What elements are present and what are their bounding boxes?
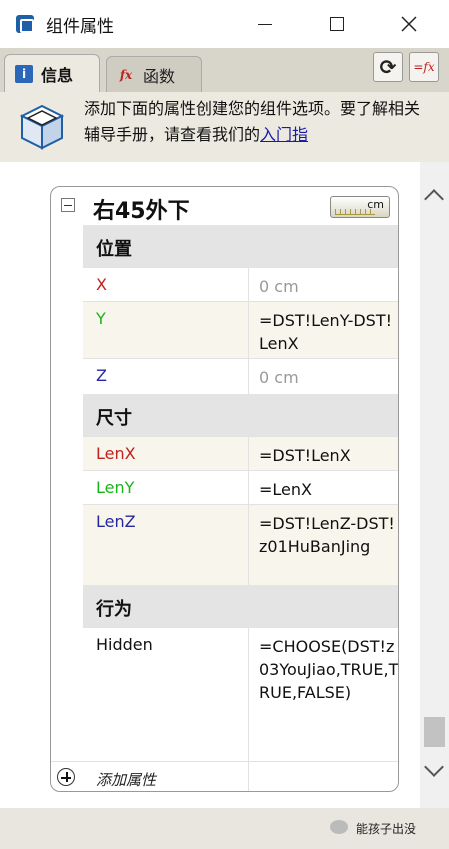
attribute-row-hidden[interactable]: Hidden =CHOOSE(DST!z03YouJiao,TRUE,TRUE,… xyxy=(83,627,398,761)
tab-functions[interactable]: fx 函数 xyxy=(106,56,202,92)
attribute-row-lenx[interactable]: LenX =DST!LenX xyxy=(83,436,398,470)
attribute-name: Z xyxy=(96,366,107,385)
close-button[interactable] xyxy=(384,0,434,48)
collapse-icon[interactable] xyxy=(61,198,75,212)
attribute-value-input[interactable]: =DST!LenZ-DST!z01HuBanJing xyxy=(248,505,398,585)
attribute-row-leny[interactable]: LenY =LenX xyxy=(83,470,398,504)
attribute-value-input[interactable]: 0 cm xyxy=(248,359,398,394)
getting-started-link[interactable]: 入门指 xyxy=(260,125,308,144)
section-behavior: 行为 xyxy=(83,585,398,627)
tab-info-label: 信息 xyxy=(41,65,74,85)
banner-text: 添加下面的属性创建您的组件选项。要了解相关辅导手册，请查看我们的入门指 xyxy=(84,96,434,148)
minimize-button[interactable] xyxy=(240,0,290,48)
section-position: 位置 xyxy=(83,225,398,267)
attribute-value-input[interactable]: =DST!LenY-DST!LenX xyxy=(248,302,398,358)
attribute-row-y[interactable]: Y =DST!LenY-DST!LenX xyxy=(83,301,398,358)
scroll-down-icon[interactable] xyxy=(424,757,444,777)
component-header: 右45外下 cm xyxy=(51,187,398,225)
formula-fx-icon: =fx xyxy=(413,60,435,74)
watermark-text: 能孩子出没 xyxy=(356,822,417,836)
scroll-up-icon[interactable] xyxy=(424,189,444,209)
attribute-name: LenY xyxy=(96,478,135,497)
title-bar: 组件属性 xyxy=(0,0,449,48)
attribute-row-lenz[interactable]: LenZ =DST!LenZ-DST!z01HuBanJing xyxy=(83,504,398,585)
attribute-row-z[interactable]: Z 0 cm xyxy=(83,358,398,394)
refresh-icon: ⟳ xyxy=(379,55,397,79)
add-attribute-row[interactable]: 添加属性 xyxy=(51,761,398,791)
minimize-icon xyxy=(258,23,272,25)
add-circle-icon[interactable] xyxy=(57,768,75,786)
attribute-value-input[interactable]: =LenX xyxy=(248,471,398,504)
attribute-name: LenX xyxy=(96,444,136,463)
unit-label: cm xyxy=(367,198,384,211)
component-name: 右45外下 xyxy=(93,199,190,224)
attribute-value-input[interactable]: 0 cm xyxy=(248,268,398,301)
scroll-thumb[interactable] xyxy=(424,717,445,747)
sketchup-app-icon xyxy=(16,15,34,33)
fx-icon: fx xyxy=(119,67,133,82)
attribute-name: Hidden xyxy=(96,635,153,654)
attribute-name: Y xyxy=(96,309,106,328)
column-divider xyxy=(248,762,249,791)
attribute-name: LenZ xyxy=(96,512,136,531)
maximize-icon xyxy=(330,17,344,31)
refresh-button[interactable]: ⟳ xyxy=(373,52,403,82)
component-cube-icon xyxy=(19,104,65,150)
component-panel: 右45外下 cm 位置 X 0 cm Y =DST!LenY-DST!LenX … xyxy=(50,186,399,792)
section-size: 尺寸 xyxy=(83,394,398,436)
window-title: 组件属性 xyxy=(46,16,114,37)
attribute-value-input[interactable]: =CHOOSE(DST!z03YouJiao,TRUE,TRUE,FALSE) xyxy=(248,628,398,761)
tab-info[interactable]: i 信息 xyxy=(4,54,100,92)
wechat-icon xyxy=(330,820,348,834)
banner-description: 添加下面的属性创建您的组件选项。要了解相关辅导手册，请查看我们的 xyxy=(84,99,421,144)
attribute-row-x[interactable]: X 0 cm xyxy=(83,267,398,301)
tab-functions-label: 函数 xyxy=(143,66,176,86)
close-icon xyxy=(401,16,417,32)
status-bar: 能孩子出没 xyxy=(0,808,449,849)
maximize-button[interactable] xyxy=(312,0,362,48)
attribute-value-input[interactable]: =DST!LenX xyxy=(248,437,398,470)
attribute-name: X xyxy=(96,275,107,294)
add-attribute-label[interactable]: 添加属性 xyxy=(96,769,156,790)
info-icon: i xyxy=(15,64,33,83)
unit-selector[interactable]: cm xyxy=(330,196,390,218)
formula-toggle-button[interactable]: =fx xyxy=(409,52,439,82)
info-banner: 添加下面的属性创建您的组件选项。要了解相关辅导手册，请查看我们的入门指 xyxy=(0,92,449,162)
vertical-scrollbar[interactable] xyxy=(420,162,449,808)
